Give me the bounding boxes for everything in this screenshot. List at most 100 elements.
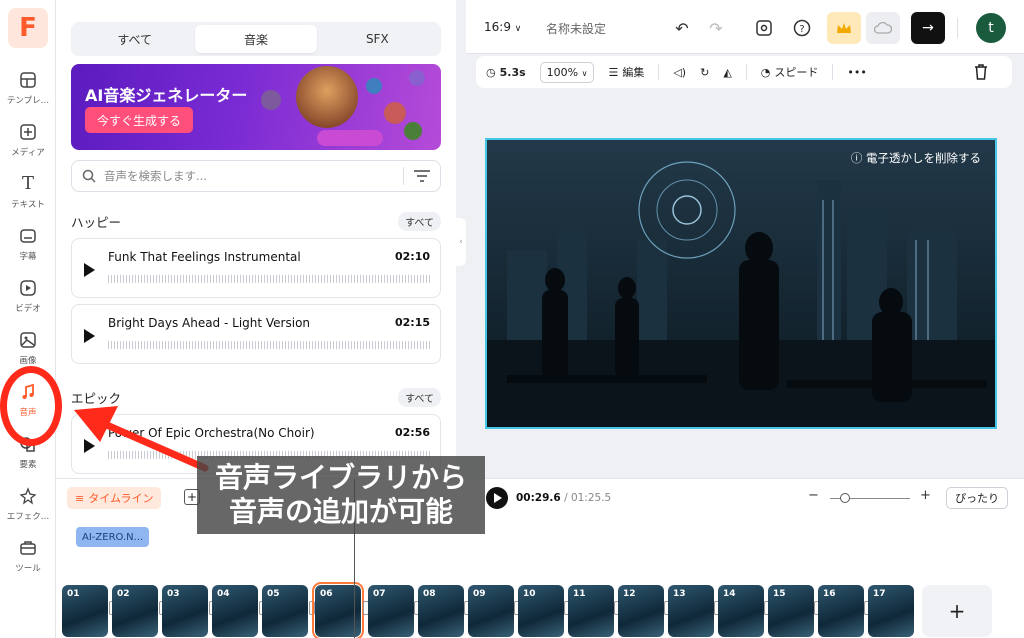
speed-button[interactable]: ◔ スピード <box>761 64 819 80</box>
clock-icon: ◷ <box>486 65 496 79</box>
toolbar-divider <box>832 64 834 80</box>
zoom-value: 100% <box>546 65 579 79</box>
scene-clip[interactable]: 14 <box>718 585 764 637</box>
annotation-line-1: 音声ライブラリから <box>214 461 467 494</box>
preview-icon[interactable] <box>750 14 778 42</box>
more-icon[interactable]: ••• <box>847 66 866 79</box>
zoom-in-icon[interactable]: + <box>920 488 931 503</box>
avatar[interactable]: t <box>976 13 1006 43</box>
rail-item-templates[interactable]: テンプレ… <box>0 62 56 112</box>
remove-watermark-button[interactable]: ⓘ 電子透かしを削除する <box>851 150 981 166</box>
rail-item-media[interactable]: メディア <box>0 114 56 164</box>
ai-music-banner[interactable]: AI音楽ジェネレーター 今すぐ生成する <box>71 64 441 150</box>
scene-clip[interactable]: 09 <box>468 585 514 637</box>
project-title[interactable]: 名称未設定 <box>546 20 606 37</box>
scene-clip[interactable]: 17 <box>868 585 914 637</box>
edit-label: 編集 <box>622 66 645 79</box>
tab-all[interactable]: すべて <box>74 25 195 53</box>
volume-icon[interactable]: ◁) <box>673 66 686 79</box>
info-icon: ⓘ <box>850 151 863 165</box>
aspect-ratio-select[interactable]: 16:9 ∨ <box>484 20 521 34</box>
play-icon[interactable] <box>84 263 95 277</box>
clip-number: 02 <box>117 589 130 599</box>
clip-number: 14 <box>723 589 736 599</box>
track-name: Bright Days Ahead - Light Version <box>108 316 311 330</box>
edit-button[interactable]: ☰ 編集 <box>608 64 644 80</box>
banner-decoration <box>296 66 358 128</box>
filter-icon[interactable] <box>414 170 430 182</box>
text-icon: T <box>21 173 34 194</box>
audio-search[interactable]: 音声を検索します... <box>71 160 441 192</box>
search-divider <box>403 167 404 185</box>
chevron-left-icon: ‹ <box>459 237 463 247</box>
tab-music[interactable]: 音楽 <box>195 25 317 53</box>
flip-icon[interactable]: ◭ <box>723 66 731 79</box>
duration-control[interactable]: ◷ 5.3s <box>486 66 526 79</box>
cloud-save-icon[interactable] <box>866 12 900 44</box>
rail-item-image[interactable]: 画像 <box>0 322 56 372</box>
rail-label-tools: ツール <box>15 563 41 574</box>
rotate-icon[interactable]: ↻ <box>700 66 709 79</box>
premium-crown-icon[interactable] <box>827 12 861 44</box>
rail-item-text[interactable]: T テキスト <box>0 166 56 216</box>
tab-timeline[interactable]: ≡ タイムライン <box>67 487 162 509</box>
collapse-panel-handle[interactable]: ‹ <box>456 218 466 266</box>
clip-number: 09 <box>473 589 486 599</box>
tab-sfx[interactable]: SFX <box>317 25 438 53</box>
play-icon[interactable] <box>84 329 95 343</box>
track-item[interactable]: Funk That Feelings Instrumental 02:10 <box>71 238 441 298</box>
fit-button[interactable]: ぴったり <box>946 487 1008 509</box>
rail-label-templates: テンプレ… <box>6 95 50 106</box>
scene-clip[interactable]: 11 <box>568 585 614 637</box>
scene-clip[interactable]: 05 <box>262 585 308 637</box>
app-logo[interactable]: F <box>8 8 48 48</box>
clip-number: 12 <box>623 589 636 599</box>
timeline-zoom[interactable]: − + <box>808 488 931 505</box>
section-all-happy[interactable]: すべて <box>398 212 441 231</box>
rail-item-tools[interactable]: ツール <box>0 530 56 580</box>
zoom-select[interactable]: 100% ∨ <box>539 61 595 83</box>
rail-label-video: ビデオ <box>15 303 41 314</box>
banner-waveform <box>317 130 383 146</box>
scene-clip[interactable]: 03 <box>162 585 208 637</box>
help-icon[interactable]: ? <box>788 14 816 42</box>
redo-icon[interactable]: ↷ <box>702 14 730 42</box>
scene-clip[interactable]: 15 <box>768 585 814 637</box>
rail-item-audio[interactable]: 音声 <box>0 374 56 424</box>
scene-clip[interactable]: 16 <box>818 585 864 637</box>
scene-clip[interactable]: 01 <box>62 585 108 637</box>
rail-item-subtitle[interactable]: 字幕 <box>0 218 56 268</box>
scene-clip[interactable]: 08 <box>418 585 464 637</box>
track-waveform <box>108 275 432 283</box>
rail-item-elements[interactable]: 要素 <box>0 426 56 476</box>
section-all-epic[interactable]: すべて <box>398 388 441 407</box>
scene-clip[interactable]: 10 <box>518 585 564 637</box>
clip-number: 15 <box>773 589 786 599</box>
audio-clip[interactable]: AI-ZERO.N... <box>76 527 150 547</box>
export-arrow-icon[interactable]: → <box>911 12 945 44</box>
scene-clip[interactable]: 13 <box>668 585 714 637</box>
total-time: / 01:25.5 <box>564 492 612 504</box>
scene-clip[interactable]: 02 <box>112 585 158 637</box>
rail-item-effects[interactable]: エフェク… <box>0 478 56 528</box>
zoom-slider-handle[interactable] <box>840 493 850 503</box>
timeline-play-button[interactable] <box>486 487 508 509</box>
svg-text:?: ? <box>799 24 804 35</box>
add-scene-button[interactable]: + <box>922 585 992 637</box>
rail-label-subtitle: 字幕 <box>19 251 37 262</box>
generate-now-button[interactable]: 今すぐ生成する <box>85 107 194 133</box>
banner-decoration <box>409 70 425 86</box>
scene-clip[interactable]: 12 <box>618 585 664 637</box>
undo-icon[interactable]: ↶ <box>668 14 696 42</box>
zoom-out-icon[interactable]: − <box>808 488 819 503</box>
scene-clip[interactable]: 07 <box>368 585 414 637</box>
media-add-icon <box>17 121 39 143</box>
search-placeholder: 音声を検索します... <box>104 169 207 183</box>
duration-value: 5.3s <box>499 65 526 79</box>
template-icon <box>17 69 39 91</box>
scene-clip[interactable]: 04 <box>212 585 258 637</box>
trash-icon[interactable] <box>974 64 988 80</box>
rail-item-video[interactable]: ビデオ <box>0 270 56 320</box>
video-canvas[interactable]: ⓘ 電子透かしを削除する <box>485 138 997 429</box>
track-item[interactable]: Bright Days Ahead - Light Version 02:15 <box>71 304 441 364</box>
